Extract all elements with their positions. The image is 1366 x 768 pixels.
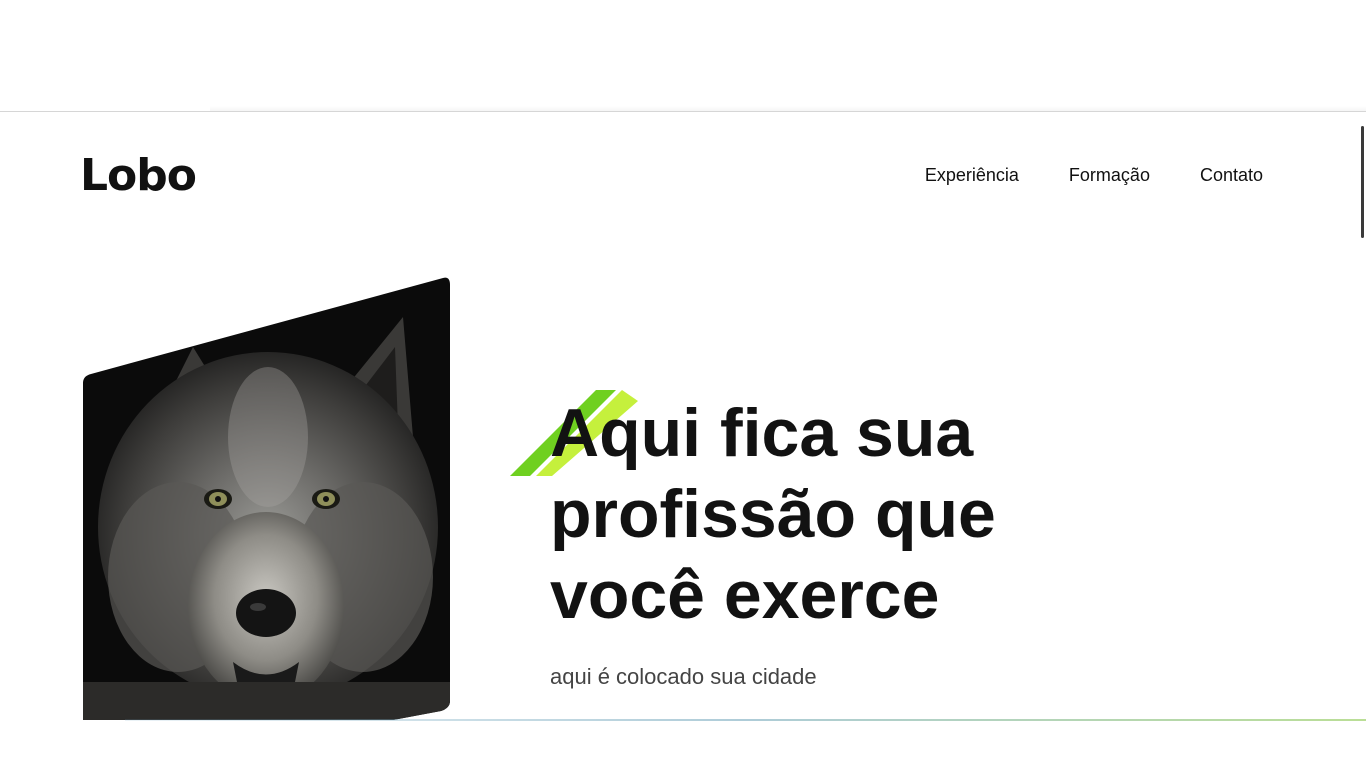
hero-city: aqui é colocado sua cidade: [550, 664, 817, 689]
hero-headline: Aqui fica sua profissão que você exerce: [550, 395, 996, 633]
hero-wolf-image: [83, 277, 450, 720]
main-nav: Experiência Formação Contato: [925, 165, 1263, 186]
nav-link-experiencia[interactable]: Experiência: [925, 165, 1019, 186]
section-divider: [125, 719, 1366, 721]
nav-link-contato[interactable]: Contato: [1200, 165, 1263, 186]
site-logo[interactable]: Lobo: [80, 150, 197, 201]
browser-blank-area: [0, 0, 1366, 111]
header-divider: [0, 111, 1366, 112]
nav-link-formacao[interactable]: Formação: [1069, 165, 1150, 186]
page-scrollbar[interactable]: [1361, 126, 1364, 238]
